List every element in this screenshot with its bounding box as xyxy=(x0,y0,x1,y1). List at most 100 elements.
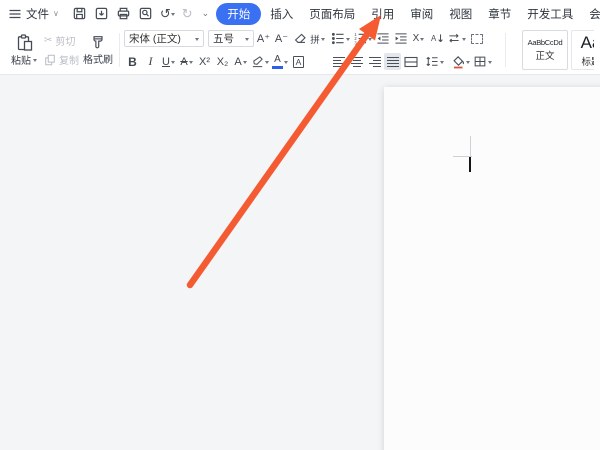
style-heading[interactable]: Aa 标题 xyxy=(571,30,594,70)
bullets-caret-icon xyxy=(346,38,350,43)
asian-layout-label: X xyxy=(413,33,420,44)
asian-layout-button[interactable]: X xyxy=(410,30,427,47)
paste-button[interactable]: 粘贴 xyxy=(6,29,42,71)
quick-access-toolbar: ↺ ↻ ⌄ xyxy=(72,6,209,21)
tab-insert[interactable]: 插入 xyxy=(263,3,300,25)
paste-caret-icon xyxy=(33,59,37,64)
numbering-caret-icon xyxy=(368,38,372,43)
format-painter-button[interactable]: 格式刷 xyxy=(81,29,115,71)
tab-home[interactable]: 开始 xyxy=(216,3,261,25)
subscript-button[interactable]: X₂ xyxy=(214,53,231,70)
tab-developer-tools[interactable]: 开发工具 xyxy=(520,3,580,25)
strikethrough-button[interactable]: A xyxy=(178,53,195,70)
pinyin-guide-button[interactable]: 拼 xyxy=(309,30,326,47)
output-pdf-icon[interactable] xyxy=(94,6,109,21)
customize-toolbar-caret-icon[interactable]: ⌄ xyxy=(202,8,210,19)
character-border-button[interactable]: A xyxy=(290,53,307,70)
text-direction-caret-icon xyxy=(462,38,466,43)
style-normal[interactable]: AaBbCcDd 正文 xyxy=(522,30,568,70)
strikethrough-label: A xyxy=(180,56,187,68)
font-family-combo[interactable]: 宋体 (正文) xyxy=(124,30,204,47)
ribbon: 粘贴 ✂ 剪切 复制 格式刷 宋体 (正文) 五号 xyxy=(0,27,600,75)
align-center-button[interactable] xyxy=(348,53,365,70)
text-effects-button[interactable]: A xyxy=(232,53,249,70)
undo-dropdown-caret-icon xyxy=(171,13,175,18)
shrink-font-button[interactable]: A⁻ xyxy=(273,30,290,47)
underline-caret-icon xyxy=(171,61,175,66)
font-family-value: 宋体 (正文) xyxy=(129,31,181,46)
tab-view[interactable]: 视图 xyxy=(442,3,479,25)
cut-button[interactable]: ✂ 剪切 xyxy=(42,33,81,48)
font-color-button[interactable]: A xyxy=(271,53,289,70)
shading-icon xyxy=(451,55,465,69)
text-effects-label: A xyxy=(234,56,241,68)
underline-label: U xyxy=(162,56,170,68)
align-left-button[interactable] xyxy=(330,53,347,70)
pinyin-label: 拼 xyxy=(310,32,320,46)
hamburger-icon xyxy=(8,7,22,21)
bullets-button[interactable] xyxy=(330,30,351,47)
document-page[interactable] xyxy=(384,87,600,450)
grow-font-button[interactable]: A⁺ xyxy=(255,30,272,47)
bold-button[interactable]: B xyxy=(124,53,141,70)
shading-caret-icon xyxy=(466,61,470,66)
group-divider xyxy=(505,33,506,67)
font-size-combo[interactable]: 五号 xyxy=(208,30,254,47)
show-marks-button[interactable] xyxy=(468,30,485,47)
style-preview: AaBbCcDd xyxy=(528,38,563,47)
save-icon[interactable] xyxy=(72,6,87,21)
line-spacing-button[interactable] xyxy=(424,53,445,70)
increase-indent-icon xyxy=(394,32,408,45)
borders-button[interactable] xyxy=(472,53,493,70)
sort-button[interactable]: A xyxy=(428,30,445,47)
decrease-indent-button[interactable] xyxy=(374,30,391,47)
format-painter-label: 格式刷 xyxy=(83,51,113,66)
text-direction-button[interactable] xyxy=(446,30,467,47)
paste-label: 粘贴 xyxy=(11,52,31,67)
pinyin-caret-icon xyxy=(321,38,325,43)
font-size-caret-icon xyxy=(245,38,249,43)
undo-icon: ↺ xyxy=(160,7,171,20)
tab-review[interactable]: 审阅 xyxy=(403,3,440,25)
highlight-button[interactable] xyxy=(250,53,270,70)
tab-membership[interactable]: 会员专享 xyxy=(582,3,600,25)
clear-format-button[interactable] xyxy=(291,30,308,47)
copy-button[interactable]: 复制 xyxy=(42,52,81,67)
print-preview-icon[interactable] xyxy=(138,6,153,21)
tab-section[interactable]: 章节 xyxy=(481,3,518,25)
font-color-caret-icon xyxy=(284,61,288,66)
tab-references[interactable]: 引用 xyxy=(364,3,401,25)
paste-icon xyxy=(15,33,34,52)
distributed-align-button[interactable] xyxy=(402,53,419,70)
align-justify-button[interactable] xyxy=(384,53,401,70)
text-direction-icon xyxy=(447,32,461,45)
align-justify-icon xyxy=(386,56,400,68)
highlight-pen-icon xyxy=(251,55,264,68)
brush-icon xyxy=(90,34,106,50)
style-name: 标题 xyxy=(581,54,594,68)
clipboard-group: 粘贴 ✂ 剪切 复制 格式刷 xyxy=(6,29,115,71)
shading-button[interactable] xyxy=(450,53,471,70)
increase-indent-button[interactable] xyxy=(392,30,409,47)
superscript-button[interactable]: X² xyxy=(196,53,213,70)
line-spacing-caret-icon xyxy=(440,61,444,66)
redo-icon[interactable]: ↻ xyxy=(182,7,193,20)
strikethrough-caret-icon xyxy=(189,61,193,66)
print-icon[interactable] xyxy=(116,6,131,21)
align-left-icon xyxy=(332,56,346,68)
align-center-icon xyxy=(350,56,364,68)
undo-button[interactable]: ↺ xyxy=(160,7,175,20)
underline-button[interactable]: U xyxy=(160,53,177,70)
copy-label: 复制 xyxy=(59,52,79,67)
scissors-icon: ✂ xyxy=(44,35,52,46)
borders-icon xyxy=(473,55,487,68)
numbering-button[interactable]: 123 xyxy=(352,30,373,47)
align-right-button[interactable] xyxy=(366,53,383,70)
sort-icon: A xyxy=(430,32,444,45)
font-size-value: 五号 xyxy=(213,31,234,46)
tab-page-layout[interactable]: 页面布局 xyxy=(302,3,362,25)
text-effects-caret-icon xyxy=(243,61,247,66)
italic-button[interactable]: I xyxy=(142,53,159,70)
copy-icon xyxy=(44,54,56,66)
file-menu-button[interactable]: 文件 ∨ xyxy=(8,6,59,22)
